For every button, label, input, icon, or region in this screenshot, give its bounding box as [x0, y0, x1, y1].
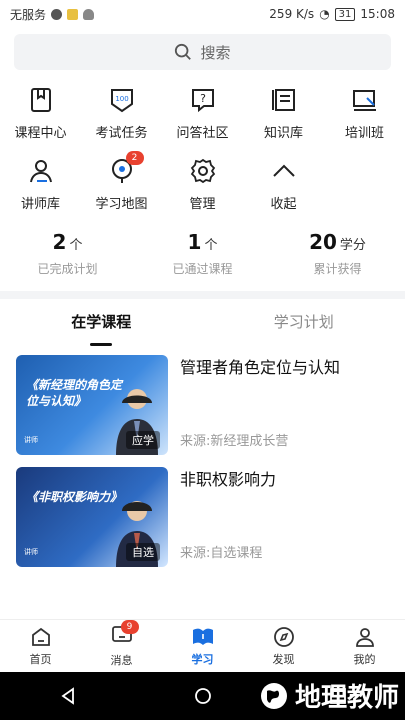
compass-icon: [273, 626, 294, 647]
stat-label: 已通过课程: [172, 262, 233, 276]
section-divider: [0, 291, 405, 299]
tab-label: 我的: [353, 652, 376, 666]
training-icon: [352, 90, 376, 111]
grid-label: 学习地图: [95, 197, 148, 212]
tab-home[interactable]: 首页: [0, 620, 81, 672]
watermark: 地理教师: [259, 677, 399, 714]
course-title: 非职权影响力: [180, 470, 277, 489]
grid-item-collapse[interactable]: 收起: [243, 155, 324, 212]
stat-value: 2: [52, 230, 67, 254]
grid-item-qa[interactable]: ? 问答社区: [162, 84, 243, 141]
thumbnail-speaker-label: 讲师: [24, 436, 38, 444]
tab-profile[interactable]: 我的: [324, 620, 405, 672]
grid-label: 讲师库: [20, 197, 60, 212]
grid-item-exam[interactable]: 100 考试任务: [81, 84, 162, 141]
carrier-text: 无服务: [10, 7, 47, 22]
bottom-tab-bar: 首页 9 消息 学习 发现 我的: [0, 619, 405, 672]
tab-study[interactable]: 学习: [162, 620, 243, 672]
system-nav-bar: 地理教师: [0, 672, 405, 720]
study-book-icon: [192, 628, 213, 645]
grid-label: 知识库: [263, 126, 303, 141]
grid-label: 问答社区: [176, 126, 229, 141]
stat-value: 1: [187, 230, 202, 254]
tab-messages[interactable]: 9 消息: [81, 620, 162, 672]
tab-discover[interactable]: 发现: [243, 620, 324, 672]
course-item[interactable]: 《新经理的角色定位与认知》 讲师 应学 管理者角色定位与认知 来源:新经理成长营: [0, 343, 405, 455]
collapse-icon: [272, 164, 295, 177]
watermark-text: 地理教师: [294, 683, 399, 713]
stat-credits[interactable]: 20 学分 累计获得: [270, 230, 405, 277]
globe-logo-icon: [260, 682, 287, 709]
library-icon: [271, 89, 295, 111]
grid-label: 培训班: [344, 126, 384, 141]
tab-label: 发现: [272, 652, 295, 666]
gear-icon: [190, 158, 215, 184]
qa-icon: ?: [191, 89, 214, 113]
course-thumbnail: 《非职权影响力》 讲师 自选: [16, 467, 168, 567]
grid-label: 考试任务: [95, 126, 148, 141]
grid-item-library[interactable]: 知识库: [243, 84, 324, 141]
notification-badge: 2: [125, 151, 144, 165]
ball-icon: [51, 8, 63, 20]
course-tag: 自选: [126, 543, 160, 561]
grid-item-manage[interactable]: 管理: [162, 155, 243, 212]
tab-label: 消息: [110, 654, 133, 667]
stat-value: 20: [309, 230, 337, 254]
clock: 15:08: [360, 7, 395, 21]
grid-label: 管理: [189, 197, 216, 212]
stat-completed-plans[interactable]: 2个 已完成计划: [0, 230, 135, 277]
stat-label: 累计获得: [313, 262, 362, 276]
feature-grid: 课程中心 100 考试任务 ? 问答社区 知识库 培训班 讲师库 2 学习地图 …: [0, 70, 405, 212]
course-thumbnail: 《新经理的角色定位与认知》 讲师 应学: [16, 355, 168, 455]
course-item[interactable]: 《非职权影响力》 讲师 自选 非职权影响力 来源:自选课程: [0, 455, 405, 567]
tab-label: 学习: [191, 652, 214, 666]
course-source: 来源:自选课程: [180, 546, 263, 561]
grid-item-course-center[interactable]: 课程中心: [0, 84, 81, 141]
cloud-icon: [83, 8, 95, 20]
svg-text:?: ?: [200, 92, 206, 105]
thumbnail-title: 《新经理的角色定位与认知》: [26, 378, 123, 408]
grid-item-training[interactable]: 培训班: [324, 84, 405, 141]
grid-label: 课程中心: [14, 126, 67, 141]
search-placeholder: 搜索: [200, 43, 231, 62]
stat-unit: 学分: [339, 238, 366, 253]
home-icon: [31, 627, 50, 646]
search-bar[interactable]: 搜索: [14, 34, 391, 70]
stat-unit: 个: [69, 238, 83, 253]
tab-label: 首页: [29, 652, 52, 666]
app-notification-icon: [67, 8, 79, 20]
course-tag: 应学: [126, 431, 160, 449]
course-source: 来源:新经理成长营: [180, 434, 289, 449]
stats-row: 2个 已完成计划 1个 已通过课程 20 学分 累计获得: [0, 212, 405, 291]
stat-unit: 个: [204, 238, 218, 253]
lecturer-icon: [29, 160, 52, 183]
stat-passed-courses[interactable]: 1个 已通过课程: [135, 230, 270, 277]
status-bar: 无服务 259 K/s ◔ 31 15:08: [0, 0, 405, 28]
message-badge: 9: [120, 620, 139, 634]
grid-item-learning-map[interactable]: 2 学习地图: [81, 151, 162, 212]
home-circle-icon[interactable]: [194, 687, 212, 705]
book-icon: [30, 88, 51, 112]
wifi-icon: ◔: [319, 7, 330, 21]
svg-text:100: 100: [115, 95, 128, 103]
network-speed: 259 K/s: [269, 7, 315, 21]
course-title: 管理者角色定位与认知: [180, 358, 341, 377]
stat-label: 已完成计划: [37, 262, 98, 276]
back-icon[interactable]: [59, 687, 77, 705]
profile-icon: [355, 627, 374, 647]
tab-study-plan[interactable]: 学习计划: [203, 311, 405, 332]
grid-label: 收起: [270, 197, 297, 212]
course-tabs: 在学课程 学习计划: [0, 299, 405, 343]
tab-current-courses[interactable]: 在学课程: [0, 311, 203, 332]
exam-icon: 100: [110, 89, 133, 113]
thumbnail-title: 《非职权影响力》: [26, 490, 123, 504]
grid-item-lecturer[interactable]: 讲师库: [0, 155, 81, 212]
search-icon: [175, 43, 192, 60]
thumbnail-speaker-label: 讲师: [24, 548, 38, 556]
battery-icon: 31: [334, 7, 356, 21]
